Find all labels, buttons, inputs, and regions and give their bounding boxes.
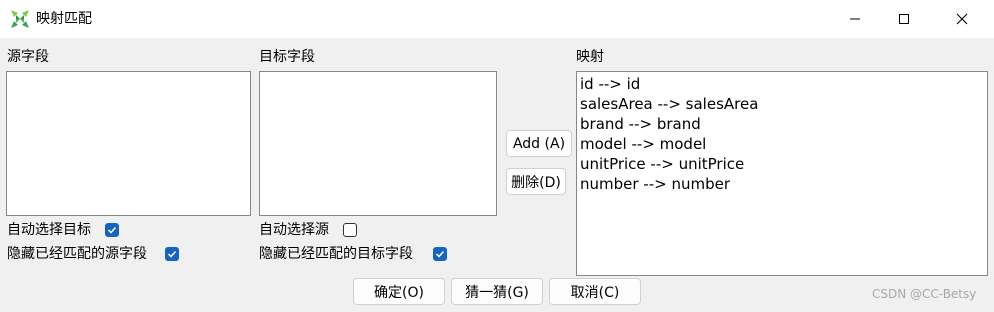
- target-fields-label: 目标字段: [259, 49, 315, 65]
- auto-select-source-label: 自动选择源: [259, 222, 329, 238]
- auto-select-target-checkbox[interactable]: [105, 223, 119, 237]
- check-icon: [107, 226, 117, 234]
- ok-button[interactable]: 确定(O): [353, 278, 445, 305]
- window-title: 映射匹配: [36, 11, 92, 27]
- watermark: CSDN @CC-Betsy: [872, 287, 977, 301]
- auto-select-source-checkbox[interactable]: [343, 223, 357, 237]
- hide-matched-target-checkbox[interactable]: [433, 247, 447, 261]
- title-bar: 映射匹配: [0, 0, 994, 38]
- app-icon: [11, 10, 29, 28]
- hide-matched-source-checkbox[interactable]: [165, 247, 179, 261]
- close-button[interactable]: [939, 0, 985, 38]
- mapping-item[interactable]: number --> number: [580, 174, 984, 194]
- source-fields-label: 源字段: [7, 49, 49, 65]
- add-button[interactable]: Add (A): [506, 130, 572, 157]
- mapping-label: 映射: [576, 49, 604, 65]
- cancel-button[interactable]: 取消(C): [549, 278, 641, 305]
- mapping-dialog: 映射匹配 源字段 目标字段 映射 id --> id salesArea --> …: [0, 0, 994, 312]
- guess-button[interactable]: 猜一猜(G): [451, 278, 543, 305]
- mapping-item[interactable]: model --> model: [580, 134, 984, 154]
- source-fields-list[interactable]: [6, 71, 251, 216]
- mapping-item[interactable]: salesArea --> salesArea: [580, 94, 984, 114]
- minimize-icon: [850, 18, 860, 20]
- mapping-list[interactable]: id --> id salesArea --> salesArea brand --…: [576, 71, 988, 276]
- target-fields-list[interactable]: [259, 71, 497, 216]
- delete-button[interactable]: 删除(D): [506, 168, 566, 195]
- hide-matched-target-label: 隐藏已经匹配的目标字段: [259, 246, 413, 262]
- minimize-button[interactable]: [832, 0, 878, 38]
- mapping-item[interactable]: id --> id: [580, 74, 984, 94]
- check-icon: [167, 250, 177, 258]
- maximize-icon: [899, 14, 909, 24]
- hide-matched-source-label: 隐藏已经匹配的源字段: [7, 246, 147, 262]
- close-icon: [956, 13, 968, 25]
- check-icon: [435, 250, 445, 258]
- mapping-item[interactable]: brand --> brand: [580, 114, 984, 134]
- auto-select-target-label: 自动选择目标: [7, 222, 91, 238]
- mapping-item[interactable]: unitPrice --> unitPrice: [580, 154, 984, 174]
- maximize-button[interactable]: [881, 0, 927, 38]
